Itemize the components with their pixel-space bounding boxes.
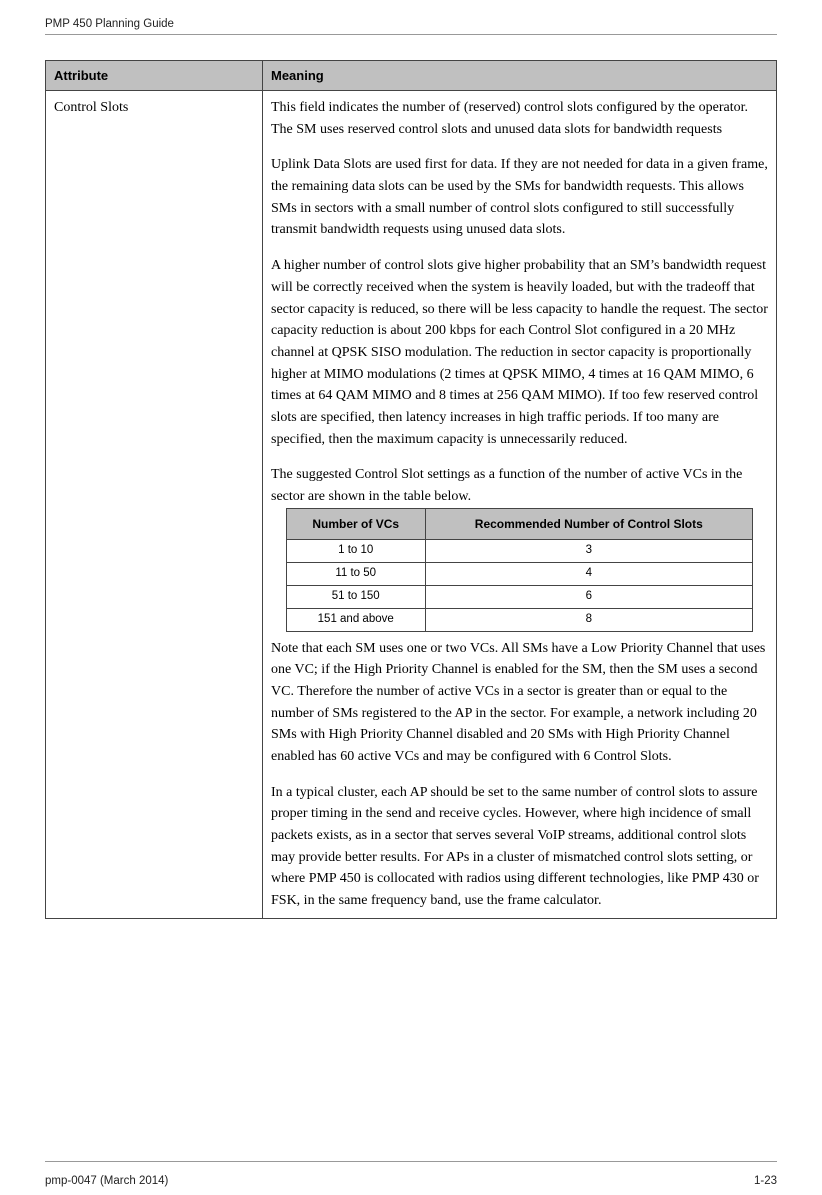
paragraph-cluster: In a typical cluster, each AP should be … xyxy=(271,782,768,912)
page-header: PMP 450 Planning Guide xyxy=(45,18,777,30)
inner-cell-slots: 4 xyxy=(425,563,753,586)
inner-header-slots: Recommended Number of Control Slots xyxy=(425,508,753,540)
paragraph-uplink: Uplink Data Slots are used first for dat… xyxy=(271,154,768,241)
inner-cell-slots: 8 xyxy=(425,608,753,631)
paragraph-capacity: A higher number of control slots give hi… xyxy=(271,255,768,450)
inner-cell-slots: 3 xyxy=(425,540,753,563)
paragraph-suggested: The suggested Control Slot settings as a… xyxy=(271,464,768,507)
paragraph-intro: This field indicates the number of (rese… xyxy=(271,97,768,140)
inner-table-row: 51 to 150 6 xyxy=(286,585,752,608)
inner-header-vcs: Number of VCs xyxy=(286,508,425,540)
attribute-meaning-table: Attribute Meaning Control Slots This fie… xyxy=(45,60,777,919)
inner-cell-vcs: 151 and above xyxy=(286,608,425,631)
meaning-cell: This field indicates the number of (rese… xyxy=(263,91,777,919)
table-row: Control Slots This field indicates the n… xyxy=(46,91,777,919)
column-header-meaning: Meaning xyxy=(263,61,777,91)
column-header-attribute: Attribute xyxy=(46,61,263,91)
inner-cell-vcs: 11 to 50 xyxy=(286,563,425,586)
paragraph-note: Note that each SM uses one or two VCs. A… xyxy=(271,638,768,768)
inner-table-row: 1 to 10 3 xyxy=(286,540,752,563)
inner-cell-vcs: 1 to 10 xyxy=(286,540,425,563)
footer-right: 1-23 xyxy=(754,1175,777,1187)
footer-left: pmp-0047 (March 2014) xyxy=(45,1175,168,1187)
inner-table-row: 11 to 50 4 xyxy=(286,563,752,586)
control-slots-recommendation-table: Number of VCs Recommended Number of Cont… xyxy=(286,508,753,632)
page-footer: pmp-0047 (March 2014) 1-23 xyxy=(45,1175,777,1187)
inner-cell-slots: 6 xyxy=(425,585,753,608)
attribute-cell: Control Slots xyxy=(46,91,263,919)
footer-divider xyxy=(45,1161,777,1162)
header-divider xyxy=(45,34,777,35)
inner-table-row: 151 and above 8 xyxy=(286,608,752,631)
inner-cell-vcs: 51 to 150 xyxy=(286,585,425,608)
